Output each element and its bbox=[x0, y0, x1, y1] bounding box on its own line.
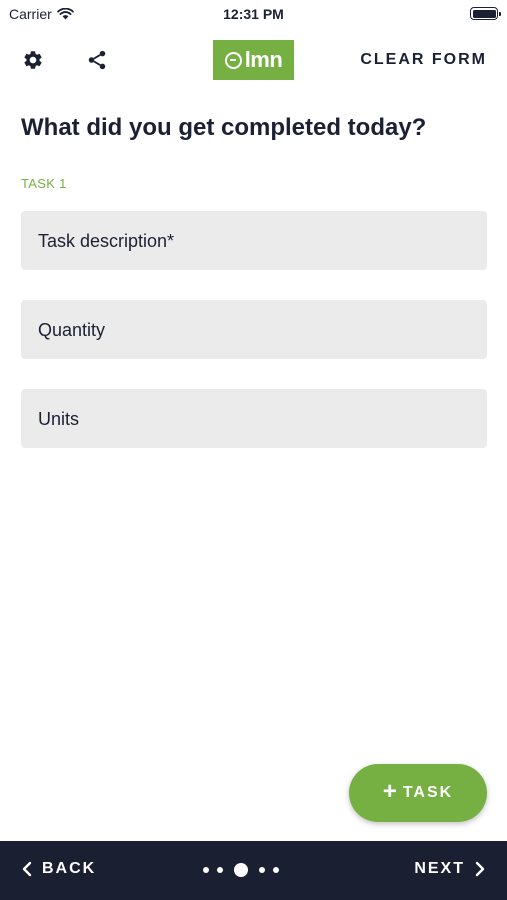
page-dot bbox=[203, 867, 209, 873]
task-description-field[interactable]: Task description* bbox=[21, 211, 487, 270]
bottom-nav-bar: BACK NEXT bbox=[0, 841, 507, 900]
back-button[interactable]: BACK bbox=[22, 860, 96, 878]
page-dot bbox=[273, 867, 279, 873]
next-button[interactable]: NEXT bbox=[414, 860, 485, 878]
gear-icon bbox=[24, 51, 42, 69]
battery-fill bbox=[472, 9, 496, 18]
status-time: 12:31 PM bbox=[223, 6, 284, 22]
task-label: TASK 1 bbox=[21, 176, 67, 191]
next-label: NEXT bbox=[414, 860, 465, 877]
clear-form-button[interactable]: CLEAR FORM bbox=[360, 51, 487, 69]
logo-text: lmn bbox=[244, 47, 283, 72]
page-title: What did you get completed today? bbox=[21, 114, 427, 141]
units-label: Units bbox=[38, 409, 80, 429]
page-dot bbox=[259, 867, 265, 873]
share-icon bbox=[88, 50, 106, 70]
task-description-label: Task description* bbox=[38, 231, 175, 251]
page-dot-active bbox=[234, 863, 248, 877]
battery-icon bbox=[470, 7, 501, 20]
page-dot bbox=[217, 867, 223, 873]
chevron-right-icon bbox=[475, 861, 485, 877]
quantity-label: Quantity bbox=[38, 320, 106, 340]
back-label: BACK bbox=[42, 860, 97, 877]
add-task-button[interactable]: + TASK bbox=[349, 764, 487, 822]
app-header: lmn CLEAR FORM bbox=[0, 38, 507, 82]
lmn-logo: lmn bbox=[213, 40, 294, 80]
status-bar: Carrier 12:31 PM bbox=[0, 0, 507, 28]
logo-mark-icon bbox=[224, 51, 242, 69]
units-field[interactable]: Units bbox=[21, 389, 487, 448]
add-task-label: TASK bbox=[402, 784, 454, 801]
chevron-left-icon bbox=[22, 861, 32, 877]
page-indicator bbox=[203, 863, 279, 877]
share-button[interactable] bbox=[82, 45, 112, 75]
settings-button[interactable] bbox=[18, 45, 48, 75]
plus-icon: + bbox=[382, 778, 397, 805]
quantity-field[interactable]: Quantity bbox=[21, 300, 487, 359]
